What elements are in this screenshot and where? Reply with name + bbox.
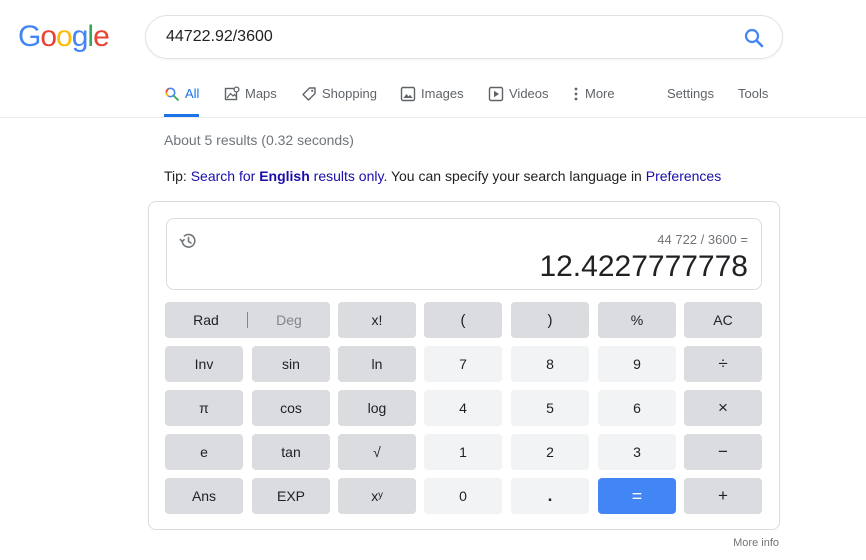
header-divider <box>0 117 866 118</box>
close-paren-button[interactable]: ) <box>511 302 589 338</box>
logo-letter: e <box>93 20 110 53</box>
more-vert-icon <box>574 87 578 101</box>
digit-4-button[interactable]: 4 <box>424 390 502 426</box>
calculator-display: 44 722 / 3600 = 12.4227777778 <box>166 218 762 290</box>
inverse-button[interactable]: Inv <box>165 346 243 382</box>
cos-button[interactable]: cos <box>252 390 330 426</box>
logo-letter: o <box>56 20 73 53</box>
tab-videos[interactable]: Videos <box>488 86 549 117</box>
tab-images[interactable]: Images <box>400 86 464 117</box>
search-input[interactable] <box>166 26 726 48</box>
open-paren-button[interactable]: ( <box>424 302 502 338</box>
digit-3-button[interactable]: 3 <box>598 434 676 470</box>
log-button[interactable]: log <box>338 390 416 426</box>
google-logo[interactable]: Google <box>18 20 110 54</box>
exp-button[interactable]: EXP <box>252 478 330 514</box>
tab-more[interactable]: More <box>572 86 615 117</box>
divide-button[interactable]: ÷ <box>684 346 762 382</box>
tip-link-text: Search for <box>190 168 260 184</box>
minus-button[interactable]: − <box>684 434 762 470</box>
more-info-link[interactable]: More info <box>733 537 779 549</box>
digit-8-button[interactable]: 8 <box>511 346 589 382</box>
tip-link-text: results only <box>309 168 384 184</box>
result-stats: About 5 results (0.32 seconds) <box>164 132 354 148</box>
calculator-result: 12.4227777778 <box>539 250 748 283</box>
digit-6-button[interactable]: 6 <box>598 390 676 426</box>
all-clear-button[interactable]: AC <box>684 302 762 338</box>
calculator-expression: 44 722 / 3600 = <box>657 232 748 247</box>
power-button[interactable]: xʸ <box>338 478 416 514</box>
logo-letter: g <box>71 20 89 53</box>
tab-maps[interactable]: Maps <box>224 86 277 117</box>
rad-deg-toggle: Rad Deg <box>165 302 330 338</box>
preferences-link[interactable]: Preferences <box>646 168 721 184</box>
factorial-button[interactable]: x! <box>338 302 416 338</box>
tab-label: Images <box>421 86 464 101</box>
logo-letter: G <box>18 20 41 53</box>
tab-label: Videos <box>509 86 549 101</box>
tab-label: Settings <box>667 86 714 101</box>
language-tip: Tip: Search for English results only. Yo… <box>164 168 721 184</box>
equals-button[interactable]: = <box>598 478 676 514</box>
search-button[interactable] <box>742 26 766 50</box>
digit-2-button[interactable]: 2 <box>511 434 589 470</box>
tab-label: Tools <box>738 86 769 101</box>
tag-icon <box>302 87 316 101</box>
tab-settings[interactable]: Settings <box>667 86 714 117</box>
plus-button[interactable]: + <box>684 478 762 514</box>
tab-label: All <box>185 86 200 101</box>
multiply-button[interactable]: × <box>684 390 762 426</box>
maps-icon <box>224 86 240 101</box>
calculator-keypad: Rad Deg x! ( ) % AC Inv sin ln 7 8 9 ÷ π… <box>165 302 764 515</box>
search-icon <box>165 87 179 101</box>
percent-button[interactable]: % <box>598 302 676 338</box>
digit-7-button[interactable]: 7 <box>424 346 502 382</box>
calculator-card: 44 722 / 3600 = 12.4227777778 Rad Deg x!… <box>148 201 780 530</box>
play-icon <box>488 86 504 102</box>
search-icon <box>744 28 764 48</box>
tab-label: Maps <box>245 86 277 101</box>
tab-tools[interactable]: Tools <box>738 86 768 117</box>
tip-prefix: Tip: <box>164 168 191 184</box>
sin-button[interactable]: sin <box>252 346 330 382</box>
decimal-button[interactable]: . <box>511 478 589 514</box>
history-button[interactable] <box>178 231 198 251</box>
image-icon <box>400 86 416 102</box>
tip-link-bold: English <box>259 168 310 184</box>
sqrt-button[interactable]: √ <box>338 434 416 470</box>
tip-text: . You can specify your search language i… <box>383 168 646 184</box>
digit-5-button[interactable]: 5 <box>511 390 589 426</box>
digit-1-button[interactable]: 1 <box>424 434 502 470</box>
search-tabs: All Maps Shopping Images Videos More Set… <box>164 86 866 118</box>
logo-letter: o <box>40 20 57 53</box>
pi-button[interactable]: π <box>165 390 243 426</box>
euler-button[interactable]: e <box>165 434 243 470</box>
tab-all[interactable]: All <box>164 86 200 117</box>
digit-9-button[interactable]: 9 <box>598 346 676 382</box>
tab-label: Shopping <box>322 86 377 101</box>
rad-button[interactable]: Rad <box>165 312 247 328</box>
tab-shopping[interactable]: Shopping <box>301 86 377 117</box>
tan-button[interactable]: tan <box>252 434 330 470</box>
digit-0-button[interactable]: 0 <box>424 478 502 514</box>
search-box <box>145 15 783 59</box>
english-results-link[interactable]: Search for English results only <box>191 168 384 184</box>
deg-button[interactable]: Deg <box>248 312 330 328</box>
answer-button[interactable]: Ans <box>165 478 243 514</box>
ln-button[interactable]: ln <box>338 346 416 382</box>
history-icon <box>179 233 196 248</box>
tab-label: More <box>585 86 615 101</box>
